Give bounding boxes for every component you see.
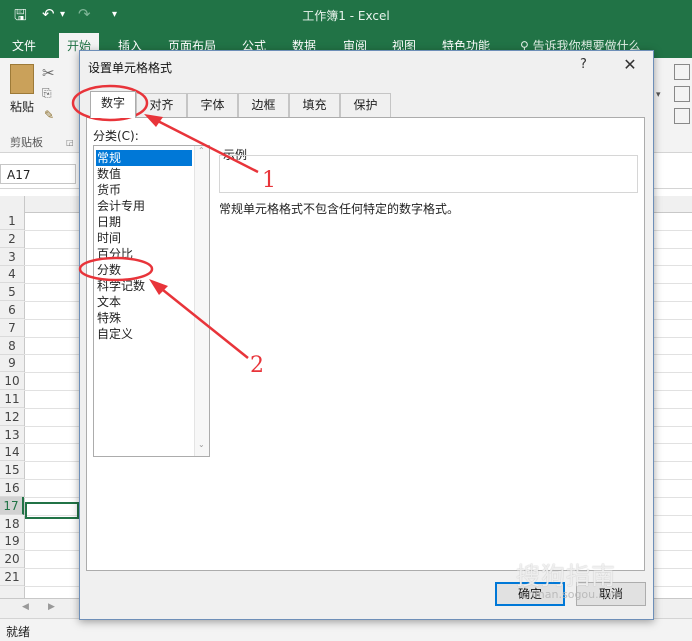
- row-header[interactable]: 14: [0, 443, 24, 462]
- name-box[interactable]: A17: [0, 164, 76, 184]
- row-header[interactable]: 11: [0, 390, 24, 408]
- row-header[interactable]: 20: [0, 550, 24, 569]
- row-header[interactable]: 4: [0, 265, 24, 284]
- row-header[interactable]: 17: [0, 496, 24, 515]
- row-header[interactable]: 1: [0, 212, 24, 230]
- row-header[interactable]: 19: [0, 532, 24, 551]
- row-header[interactable]: 18: [0, 515, 24, 533]
- category-date[interactable]: 日期: [96, 214, 192, 230]
- close-button[interactable]: ✕: [620, 55, 640, 74]
- tab-font[interactable]: 字体: [187, 93, 238, 117]
- scroll-right-icon[interactable]: ▶: [48, 602, 55, 612]
- row-header[interactable]: 10: [0, 372, 24, 391]
- category-text[interactable]: 文本: [96, 294, 192, 310]
- row-header[interactable]: 2: [0, 230, 24, 248]
- status-text: 就绪: [6, 625, 31, 639]
- row-header[interactable]: 16: [0, 479, 24, 497]
- category-list[interactable]: 常规 数值 货币 会计专用 日期 时间 百分比 分数 科学记数 文本 特殊 自定…: [93, 145, 210, 457]
- tab-number[interactable]: 数字: [90, 91, 136, 118]
- scroll-left-icon[interactable]: ◀: [22, 602, 29, 612]
- cut-icon[interactable]: ✂: [42, 64, 55, 82]
- row-header[interactable]: 9: [0, 354, 24, 373]
- paste-label[interactable]: 粘贴: [10, 98, 34, 115]
- scroll-down-icon[interactable]: ⌄: [198, 440, 205, 449]
- sample-box: [219, 155, 638, 193]
- tab-file[interactable]: 文件: [12, 37, 36, 54]
- clipboard-group-label: 剪贴板: [10, 136, 43, 149]
- tab-alignment[interactable]: 对齐: [136, 93, 187, 117]
- row-header[interactable]: 21: [0, 568, 24, 586]
- category-number[interactable]: 数值: [96, 166, 192, 182]
- window-title: 工作簿1 - Excel: [302, 9, 390, 23]
- category-label: 分类(C):: [93, 129, 139, 143]
- category-general[interactable]: 常规: [96, 150, 192, 166]
- row-header[interactable]: 5: [0, 283, 24, 302]
- dialog-title: 设置单元格格式: [88, 61, 173, 75]
- format-cells-dialog: 设置单元格格式 ? ✕ 数字 对齐 字体 边框 填充 保护 分类(C): 常规 …: [79, 50, 654, 620]
- row-header-bar: 1 2 3 4 5 6 7 8 9 10 11 12 13 14 15 16 17 18 19 20 21: [0, 196, 25, 598]
- category-custom[interactable]: 自定义: [96, 326, 192, 342]
- title-bar: 🖫 ↶ ▾ ↷ ▾ 工作簿1 - Excel: [0, 0, 692, 30]
- tab-border[interactable]: 边框: [238, 93, 289, 117]
- row-header[interactable]: 6: [0, 301, 24, 319]
- row-header[interactable]: 13: [0, 426, 24, 444]
- category-scientific[interactable]: 科学记数: [96, 278, 192, 294]
- format-description: 常规单元格格式不包含任何特定的数字格式。: [219, 202, 460, 216]
- tab-fill[interactable]: 填充: [289, 93, 340, 117]
- paste-icon[interactable]: [10, 64, 34, 94]
- row-header[interactable]: 3: [0, 248, 24, 266]
- row-header[interactable]: 8: [0, 337, 24, 355]
- clipboard-launcher-icon[interactable]: ◲: [66, 138, 74, 147]
- row-header[interactable]: 7: [0, 319, 24, 337]
- category-fraction[interactable]: 分数: [96, 262, 192, 278]
- category-scrollbar[interactable]: ⌃ ⌄: [194, 146, 209, 456]
- dialog-tabs: 数字 对齐 字体 边框 填充 保护: [88, 91, 648, 118]
- help-button[interactable]: ?: [580, 57, 587, 72]
- tab-protection[interactable]: 保护: [340, 93, 391, 117]
- number-tab-panel: 分类(C): 常规 数值 货币 会计专用 日期 时间 百分比 分数 科学记数 文…: [86, 117, 645, 571]
- insert-cells-icon[interactable]: [674, 64, 690, 80]
- format-painter-icon[interactable]: ✎: [44, 108, 54, 122]
- category-currency[interactable]: 货币: [96, 182, 192, 198]
- status-bar: 就绪: [0, 618, 692, 641]
- format-cells-icon[interactable]: [674, 108, 690, 124]
- row-header[interactable]: 15: [0, 461, 24, 480]
- category-accounting[interactable]: 会计专用: [96, 198, 192, 214]
- ribbon-dropdown-icon[interactable]: ▾: [656, 90, 661, 100]
- category-time[interactable]: 时间: [96, 230, 192, 246]
- selected-cell[interactable]: [25, 502, 79, 519]
- delete-cells-icon[interactable]: [674, 86, 690, 102]
- row-header[interactable]: 12: [0, 408, 24, 426]
- watermark-logo: 搜狗指南: [516, 562, 616, 590]
- copy-icon[interactable]: ⎘: [42, 86, 52, 101]
- scroll-up-icon[interactable]: ⌃: [198, 146, 205, 155]
- category-special[interactable]: 特殊: [96, 310, 192, 326]
- watermark-url: zhinan.sogou.com: [522, 588, 623, 601]
- category-percentage[interactable]: 百分比: [96, 246, 192, 262]
